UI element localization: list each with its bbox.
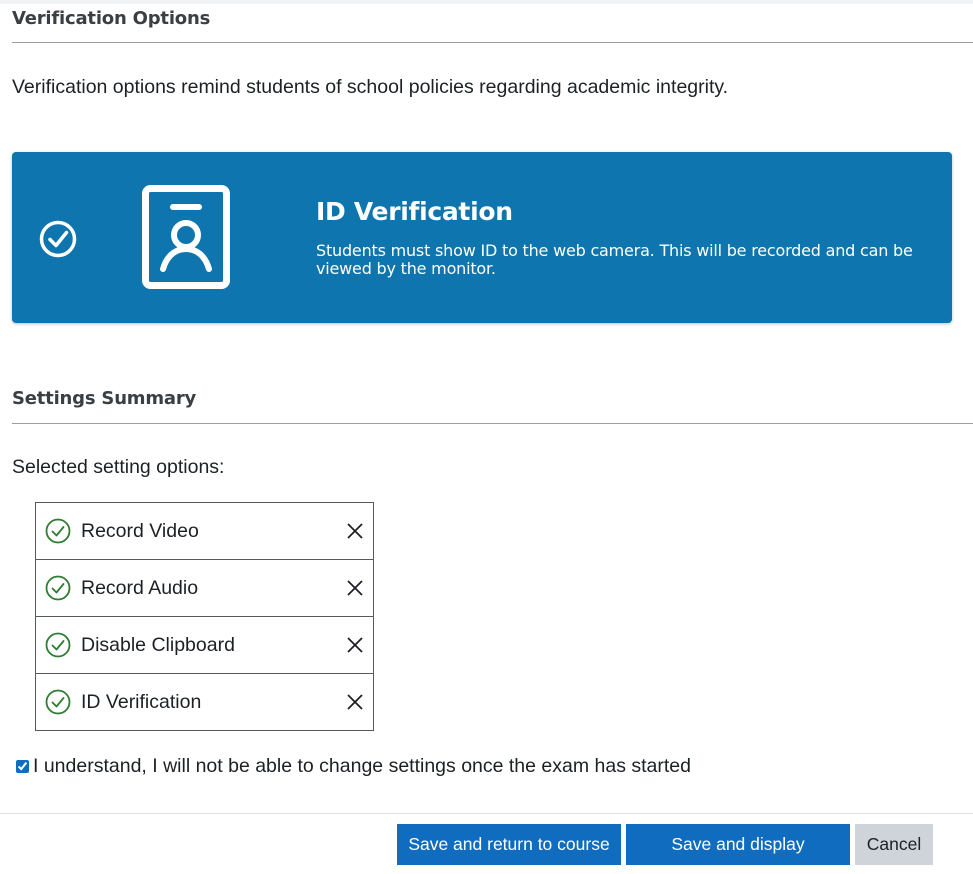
check-circle-icon [45, 575, 71, 601]
selected-options-list: Record Video Record Audio Disable Clipbo [35, 502, 374, 731]
save-and-return-button[interactable]: Save and return to course [397, 824, 621, 865]
option-label: ID Verification [81, 691, 202, 713]
summary-divider [12, 423, 973, 424]
option-label: Record Video [81, 520, 199, 542]
id-verification-card[interactable]: ID Verification Students must show ID to… [12, 152, 952, 323]
check-circle-icon [45, 689, 71, 715]
verification-intro-text: Verification options remind students of … [12, 76, 729, 98]
settings-summary-heading: Settings Summary [12, 388, 197, 409]
check-circle-icon [45, 518, 71, 544]
acknowledgement-checkbox[interactable] [16, 760, 29, 773]
acknowledgement-label: I understand, I will not be able to chan… [33, 755, 691, 777]
close-icon[interactable] [345, 578, 365, 598]
id-badge-icon [142, 185, 230, 289]
close-icon[interactable] [345, 692, 365, 712]
option-record-video: Record Video [36, 503, 373, 560]
top-edge [0, 0, 973, 4]
verification-options-heading: Verification Options [12, 8, 211, 29]
close-icon[interactable] [345, 521, 365, 541]
page: Verification Options Verification option… [0, 0, 973, 874]
acknowledgement: I understand, I will not be able to chan… [16, 755, 691, 778]
footer-divider [0, 813, 973, 814]
option-label: Disable Clipboard [81, 634, 235, 656]
check-circle-icon [45, 632, 71, 658]
option-label: Record Audio [81, 577, 199, 599]
heading-divider [12, 42, 973, 43]
selected-options-label: Selected setting options: [12, 456, 225, 478]
option-disable-clipboard: Disable Clipboard [36, 617, 373, 674]
close-icon[interactable] [345, 635, 365, 655]
check-circle-icon [39, 220, 77, 258]
option-id-verification: ID Verification [36, 674, 373, 731]
card-title: ID Verification [316, 197, 513, 226]
option-record-audio: Record Audio [36, 560, 373, 617]
cancel-button[interactable]: Cancel [855, 824, 933, 865]
save-and-display-button[interactable]: Save and display [626, 824, 850, 865]
card-description: Students must show ID to the web camera.… [316, 241, 913, 278]
